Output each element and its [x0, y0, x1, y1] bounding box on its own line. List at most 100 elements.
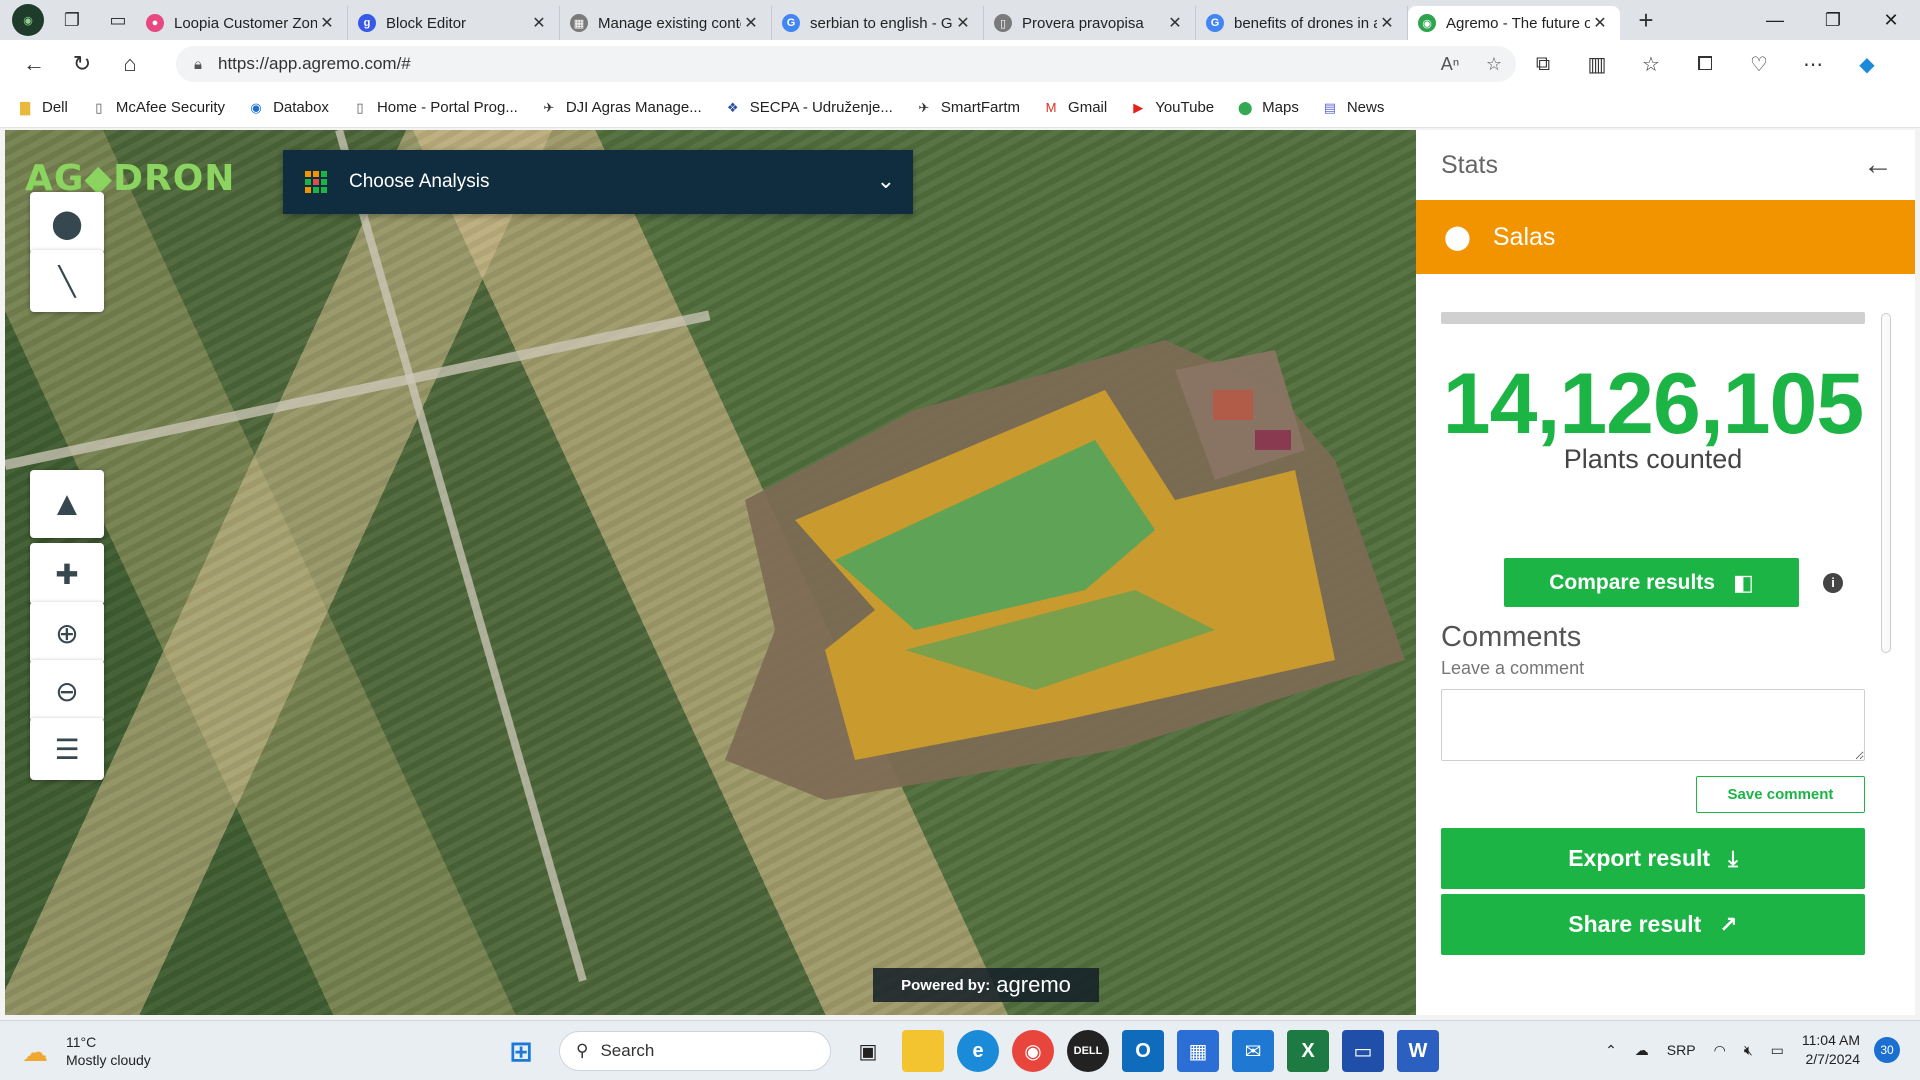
- comments-subheading: Leave a comment: [1441, 658, 1585, 678]
- workspaces-icon[interactable]: ❐: [54, 4, 90, 36]
- task-view-icon[interactable]: ▣: [847, 1030, 889, 1072]
- browser-tab[interactable]: g Block Editor ✕: [348, 6, 560, 40]
- split-screen-icon[interactable]: ▥: [1570, 44, 1624, 84]
- page-icon: ▯: [95, 99, 103, 115]
- close-tab-icon[interactable]: ✕: [1165, 13, 1185, 33]
- bookmark-item[interactable]: ▶ YouTube: [1129, 99, 1214, 117]
- zoom-out-button[interactable]: ⊖: [30, 660, 104, 722]
- browser-tab[interactable]: ◉ Agremo - The future of agriculture✕: [1408, 6, 1620, 40]
- bookmark-item[interactable]: ▤ News: [1321, 99, 1385, 117]
- chrome-icon[interactable]: ◉: [1012, 1030, 1054, 1072]
- tab-title: Loopia Customer Zone: [174, 14, 317, 32]
- map-view[interactable]: AG◆DRON Choose Analysis ⌄ ⬤ ╲ ▲ ✚ ⊕ ⊖ ☰ …: [5, 130, 1416, 1015]
- save-comment-button[interactable]: Save comment: [1696, 776, 1865, 813]
- export-result-button[interactable]: Export result ⤓: [1441, 828, 1865, 889]
- close-tab-icon[interactable]: ✕: [317, 13, 337, 33]
- bookmark-label: YouTube: [1155, 99, 1215, 116]
- notification-badge[interactable]: 30: [1874, 1037, 1900, 1063]
- clock[interactable]: 11:04 AM 2/7/2024: [1802, 1031, 1860, 1069]
- terrain-button[interactable]: ▲: [30, 470, 104, 538]
- maximize-icon[interactable]: ❐: [1804, 0, 1862, 40]
- wifi-icon[interactable]: ◠: [1714, 1042, 1726, 1059]
- share-result-button[interactable]: Share result ↗: [1441, 894, 1865, 955]
- info-icon[interactable]: i: [1823, 572, 1843, 593]
- add-region-button[interactable]: ✚: [30, 543, 104, 605]
- tab-strip: ● Loopia Customer Zone ✕ g Block Editor ✕ ▦ Man…: [136, 0, 1620, 40]
- bookmark-item[interactable]: ◉ Databox: [247, 99, 329, 117]
- language-indicator[interactable]: SRP: [1667, 1042, 1696, 1058]
- favorites-icon[interactable]: ☆: [1624, 44, 1678, 84]
- minimize-icon[interactable]: —: [1746, 0, 1804, 40]
- volume-icon[interactable]: 🔇︎: [1744, 1042, 1753, 1059]
- weather-widget[interactable]: ☁ 11°C Mostly cloudy: [22, 1033, 151, 1069]
- extensions-icon[interactable]: ⧉: [1516, 44, 1570, 84]
- maps-icon: ⬤: [1237, 99, 1253, 115]
- bookmark-item[interactable]: ✈ DJI Agras Manage...: [540, 99, 701, 117]
- close-tab-icon[interactable]: ✕: [1377, 13, 1397, 33]
- collections-icon[interactable]: ⧠: [1678, 44, 1732, 84]
- lock-icon[interactable]: 🔒︎: [194, 56, 202, 73]
- location-pin-button[interactable]: ⬤: [30, 192, 104, 254]
- read-aloud-icon[interactable]: Aⁿ: [1428, 54, 1472, 75]
- copilot-icon[interactable]: ◆: [1840, 44, 1894, 84]
- bookmark-item[interactable]: ▇ Dell: [16, 99, 68, 117]
- url-bar[interactable]: 🔒︎ https://app.agremo.com/# Aⁿ ☆: [176, 46, 1516, 82]
- edge-icon[interactable]: e: [957, 1030, 999, 1072]
- home-icon[interactable]: ⌂: [108, 44, 152, 84]
- close-window-icon[interactable]: ✕: [1862, 0, 1920, 40]
- browser-tab[interactable]: Gserbian to english - Google Search✕: [772, 6, 984, 40]
- dell-icon[interactable]: DELL: [1067, 1030, 1109, 1072]
- mountain-icon: ▲: [50, 484, 84, 523]
- compare-label: Compare results: [1549, 570, 1715, 594]
- comment-textarea[interactable]: [1441, 689, 1865, 761]
- back-icon[interactable]: ←: [12, 44, 56, 84]
- browser-tab[interactable]: ▦ Manage existing content✕: [560, 6, 772, 40]
- file-explorer-icon[interactable]: [902, 1030, 944, 1072]
- back-arrow-icon[interactable]: ←: [1863, 148, 1893, 182]
- remote-icon[interactable]: ▭: [1342, 1030, 1384, 1072]
- battery-icon[interactable]: ▭: [1771, 1042, 1784, 1059]
- browser-tab[interactable]: ● Loopia Customer Zone ✕: [136, 6, 348, 40]
- layers-button[interactable]: ☰: [30, 718, 104, 780]
- bookmark-item[interactable]: ✈ SmartFartm: [915, 99, 1020, 117]
- start-icon[interactable]: ⊞: [500, 1030, 542, 1072]
- bookmark-item[interactable]: ▯ Home - Portal Prog...: [351, 99, 517, 117]
- word-icon[interactable]: W: [1397, 1030, 1439, 1072]
- compare-results-button[interactable]: Compare results ◧: [1504, 558, 1799, 607]
- mail-icon[interactable]: ✉: [1232, 1030, 1274, 1072]
- browser-tab[interactable]: ▯ Provera pravopisa ✕: [984, 6, 1196, 40]
- browser-tabbar: ◉ ❐ ▭ ● Loopia Customer Zone ✕ g Block Edito…: [0, 0, 1920, 40]
- more-menu-icon[interactable]: ⋯: [1786, 44, 1840, 84]
- close-tab-icon[interactable]: ✕: [953, 13, 973, 33]
- tab-actions-icon[interactable]: ▭: [100, 4, 136, 36]
- bookmark-item[interactable]: M Gmail: [1042, 99, 1108, 117]
- choose-analysis-dropdown[interactable]: Choose Analysis ⌄: [283, 150, 913, 214]
- outlook-icon[interactable]: O: [1122, 1030, 1164, 1072]
- weather-temp: 11°C: [66, 1034, 97, 1050]
- refresh-icon[interactable]: ↻: [60, 44, 104, 84]
- close-tab-icon[interactable]: ✕: [1590, 13, 1610, 33]
- store-icon[interactable]: ▦: [1177, 1030, 1219, 1072]
- news-icon: ▤: [1323, 99, 1336, 115]
- favorite-star-icon[interactable]: ☆: [1472, 54, 1516, 75]
- zoom-in-button[interactable]: ⊕: [30, 602, 104, 664]
- measure-line-button[interactable]: ╲: [30, 250, 104, 312]
- profile-avatar[interactable]: ◉: [12, 4, 44, 36]
- cloud-sun-icon: ☁: [22, 1037, 48, 1067]
- browser-tab[interactable]: Gbenefits of drones in agriculture✕: [1196, 6, 1408, 40]
- close-tab-icon[interactable]: ✕: [741, 13, 761, 33]
- bookmark-item[interactable]: ❖ SECPA - Udruženje...: [724, 99, 893, 117]
- excel-icon[interactable]: X: [1287, 1030, 1329, 1072]
- new-tab-button[interactable]: +: [1628, 4, 1664, 36]
- bookmark-item[interactable]: ▯ McAfee Security: [90, 99, 225, 117]
- onedrive-icon[interactable]: ☁: [1635, 1042, 1649, 1059]
- agremo-brand: agremo: [996, 972, 1071, 997]
- close-tab-icon[interactable]: ✕: [529, 13, 549, 33]
- chevron-up-icon[interactable]: ⌃: [1605, 1042, 1617, 1059]
- taskbar-search[interactable]: ⚲ Search: [559, 1031, 831, 1071]
- tab-title: Manage existing content: [598, 14, 741, 32]
- tab-title: serbian to english - Google Search: [810, 14, 953, 32]
- bookmark-item[interactable]: ⬤ Maps: [1236, 99, 1299, 117]
- analysis-overlay: [725, 340, 1405, 800]
- performance-icon[interactable]: ♡: [1732, 44, 1786, 84]
